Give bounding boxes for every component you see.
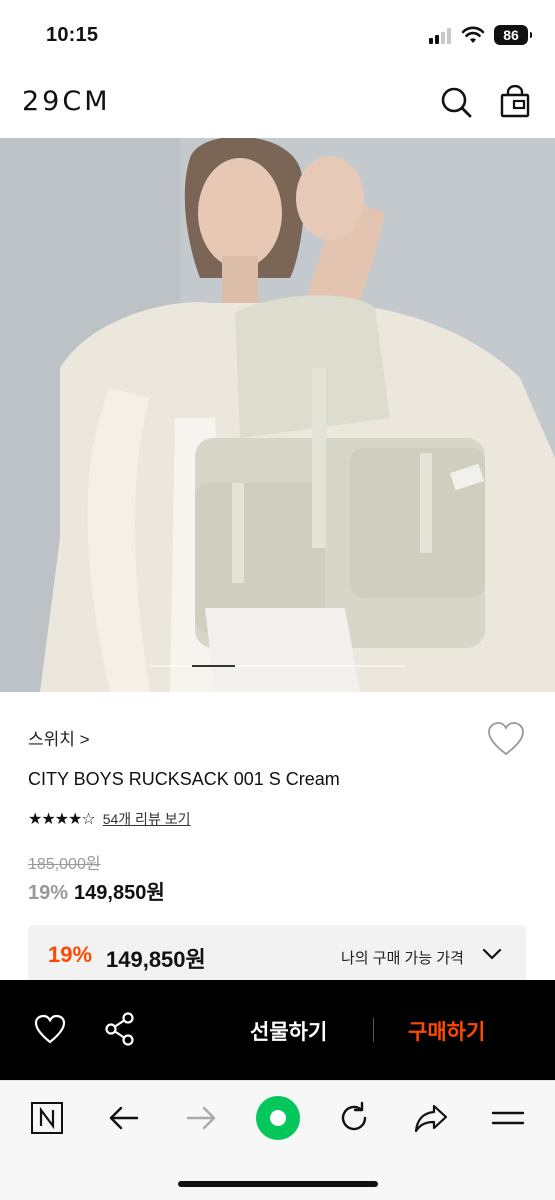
- my-price-value: 149,850원: [106, 947, 206, 972]
- back-arrow-icon[interactable]: [104, 1098, 144, 1138]
- purchase-action-bar: 선물하기 구매하기: [0, 980, 555, 1080]
- app-header: 29CM: [0, 68, 555, 138]
- naver-green-dot-icon[interactable]: [254, 1094, 302, 1142]
- product-image[interactable]: [0, 138, 555, 692]
- status-time: 10:15: [46, 24, 99, 46]
- gift-button[interactable]: 선물하기: [250, 1016, 327, 1046]
- shopping-bag-icon[interactable]: [499, 85, 531, 119]
- menu-icon[interactable]: [488, 1098, 528, 1138]
- refresh-icon[interactable]: [334, 1098, 374, 1138]
- share-arrow-icon[interactable]: [411, 1098, 451, 1138]
- brand-link[interactable]: 스위치 >: [28, 725, 90, 750]
- review-link[interactable]: 54개 리뷰 보기: [103, 809, 191, 829]
- wishlist-heart-icon[interactable]: [33, 1013, 67, 1045]
- chevron-down-icon: [482, 948, 502, 960]
- original-price: 185,000원: [28, 856, 101, 873]
- discount-rate: 19%: [28, 882, 69, 904]
- battery-icon: 86: [494, 25, 532, 45]
- logo[interactable]: 29CM: [22, 86, 111, 117]
- sale-price: 149,850원: [74, 882, 165, 904]
- action-divider: [373, 1018, 374, 1042]
- my-price-dropdown[interactable]: 19% 149,850원 나의 구매 가능 가격: [28, 925, 526, 985]
- buy-button[interactable]: 구매하기: [408, 1016, 485, 1046]
- carousel-active-segment: [192, 665, 235, 667]
- rating: ★★★★☆ 54개 리뷰 보기: [28, 808, 190, 830]
- naver-n-icon[interactable]: [27, 1098, 67, 1138]
- my-price-discount: 19%: [48, 942, 93, 967]
- status-bar: 10:15 86: [0, 0, 555, 68]
- search-icon[interactable]: [440, 85, 472, 119]
- product-name: CITY BOYS RUCKSACK 001 S Cream: [28, 769, 340, 789]
- wifi-icon: [461, 26, 485, 43]
- model-with-backpack-illustration: [0, 138, 555, 692]
- share-icon[interactable]: [103, 1011, 137, 1047]
- home-indicator: [178, 1181, 378, 1187]
- carousel-indicator: [150, 665, 405, 667]
- sale-price-row: 19% 149,850원: [28, 876, 165, 905]
- cellular-signal-icon: [429, 28, 455, 44]
- my-price-label: 나의 구매 가능 가격: [341, 950, 464, 967]
- star-rating-icon: ★★★★☆: [28, 811, 96, 828]
- forward-arrow-icon[interactable]: [181, 1098, 221, 1138]
- heart-icon[interactable]: [486, 720, 526, 758]
